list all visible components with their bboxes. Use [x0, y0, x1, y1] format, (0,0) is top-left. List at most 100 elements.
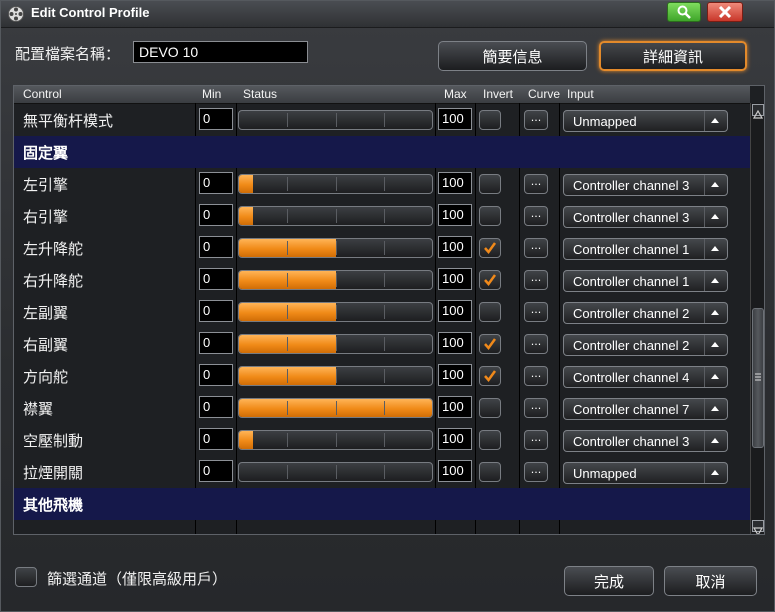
bar-tick: [383, 401, 385, 415]
profile-name-input[interactable]: [133, 41, 308, 63]
status-bar: [238, 366, 433, 386]
invert-checkbox[interactable]: [479, 366, 501, 386]
input-select[interactable]: Controller channel 1: [563, 270, 728, 292]
status-bar-fill: [239, 175, 253, 193]
checkmark-icon: [484, 242, 497, 255]
curve-button[interactable]: ...: [524, 270, 548, 290]
min-input[interactable]: 0: [199, 204, 233, 226]
max-input[interactable]: 100: [438, 332, 472, 354]
header-max: Max: [444, 87, 467, 101]
curve-button[interactable]: ...: [524, 398, 548, 418]
window-title: Edit Control Profile: [31, 5, 150, 20]
invert-checkbox[interactable]: [479, 430, 501, 450]
control-label: 方向舵: [23, 368, 69, 386]
input-select[interactable]: Unmapped: [563, 462, 728, 484]
max-input[interactable]: 100: [438, 300, 472, 322]
filter-channels-checkbox[interactable]: [15, 567, 37, 587]
grip-icon: [755, 373, 761, 381]
invert-checkbox[interactable]: [479, 238, 501, 258]
status-bar: [238, 238, 433, 258]
bar-tick: [287, 273, 289, 287]
input-select-value: Unmapped: [573, 114, 637, 129]
input-select[interactable]: Controller channel 2: [563, 302, 728, 324]
curve-button[interactable]: ...: [524, 238, 548, 258]
invert-checkbox[interactable]: [479, 174, 501, 194]
min-input[interactable]: 0: [199, 396, 233, 418]
input-select[interactable]: Unmapped: [563, 110, 728, 132]
min-input[interactable]: 0: [199, 364, 233, 386]
header-curve: Curve: [528, 87, 561, 101]
dropdown-arrow: [704, 303, 727, 323]
max-input[interactable]: 100: [438, 364, 472, 386]
close-button[interactable]: [707, 2, 743, 22]
max-input[interactable]: 100: [438, 428, 472, 450]
input-select[interactable]: Controller channel 7: [563, 398, 728, 420]
summary-info-button[interactable]: 簡要信息: [438, 41, 587, 71]
header-invert: Invert: [483, 87, 514, 101]
input-select[interactable]: Controller channel 3: [563, 430, 728, 452]
invert-checkbox[interactable]: [479, 110, 501, 130]
header-control: Control: [23, 87, 62, 101]
bar-tick: [383, 337, 385, 351]
curve-button[interactable]: ...: [524, 462, 548, 482]
curve-button[interactable]: ...: [524, 174, 548, 194]
max-input[interactable]: 100: [438, 396, 472, 418]
max-input[interactable]: 100: [438, 460, 472, 482]
table-row: 左升降舵 0 100... Controller channel 1: [14, 232, 750, 264]
filter-channels-label: 篩選通道（僅限高級用戶）: [47, 570, 228, 588]
min-input[interactable]: 0: [199, 236, 233, 258]
bar-tick: [335, 113, 337, 127]
scroll-down-button[interactable]: [752, 520, 764, 534]
scroll-thumb[interactable]: [752, 308, 764, 448]
vertical-scrollbar[interactable]: [750, 103, 764, 534]
table-row: 方向舵 0 100... Controller channel 4: [14, 360, 750, 392]
scroll-up-button[interactable]: [752, 104, 764, 119]
input-select[interactable]: Controller channel 2: [563, 334, 728, 356]
input-select[interactable]: Controller channel 1: [563, 238, 728, 260]
min-input[interactable]: 0: [199, 268, 233, 290]
min-input[interactable]: 0: [199, 332, 233, 354]
title-bar: Edit Control Profile: [1, 1, 774, 28]
header-min: Min: [202, 87, 222, 101]
curve-button[interactable]: ...: [524, 366, 548, 386]
max-input[interactable]: 100: [438, 236, 472, 258]
curve-button[interactable]: ...: [524, 334, 548, 354]
max-input[interactable]: 100: [438, 204, 472, 226]
min-input[interactable]: 0: [199, 300, 233, 322]
invert-checkbox[interactable]: [479, 334, 501, 354]
input-select-value: Controller channel 2: [573, 306, 690, 321]
done-button[interactable]: 完成: [564, 566, 654, 596]
bar-tick: [287, 241, 289, 255]
max-input[interactable]: 100: [438, 172, 472, 194]
detail-info-button[interactable]: 詳細資訊: [599, 41, 747, 71]
curve-button[interactable]: ...: [524, 302, 548, 322]
status-bar: [238, 462, 433, 482]
section-label: 其他飛機: [23, 496, 84, 514]
input-select[interactable]: Controller channel 3: [563, 174, 728, 196]
input-select[interactable]: Controller channel 3: [563, 206, 728, 228]
max-input[interactable]: 100: [438, 108, 472, 130]
invert-checkbox[interactable]: [479, 270, 501, 290]
invert-checkbox[interactable]: [479, 398, 501, 418]
max-input[interactable]: 100: [438, 268, 472, 290]
input-select[interactable]: Controller channel 4: [563, 366, 728, 388]
control-label: 襟翼: [23, 400, 54, 418]
min-input[interactable]: 0: [199, 108, 233, 130]
min-input[interactable]: 0: [199, 460, 233, 482]
invert-checkbox[interactable]: [479, 462, 501, 482]
invert-checkbox[interactable]: [479, 206, 501, 226]
bar-tick: [335, 369, 337, 383]
search-button[interactable]: [667, 2, 701, 22]
min-input[interactable]: 0: [199, 172, 233, 194]
control-label: 無平衡杆模式: [23, 112, 114, 130]
curve-button[interactable]: ...: [524, 110, 548, 130]
curve-button[interactable]: ...: [524, 430, 548, 450]
input-select-value: Controller channel 4: [573, 370, 690, 385]
curve-button[interactable]: ...: [524, 206, 548, 226]
invert-checkbox[interactable]: [479, 302, 501, 322]
cancel-button[interactable]: 取消: [664, 566, 757, 596]
input-select-value: Unmapped: [573, 466, 637, 481]
edit-control-profile-window: Edit Control Profile 配置檔案名稱： 簡要信息 詳細資訊 C…: [0, 0, 775, 612]
status-bar: [238, 270, 433, 290]
min-input[interactable]: 0: [199, 428, 233, 450]
